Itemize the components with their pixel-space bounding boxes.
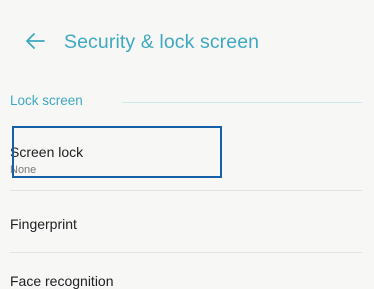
app-bar: Security & lock screen — [0, 0, 374, 86]
section-header-lock-screen: Lock screen — [10, 92, 364, 112]
divider — [10, 252, 362, 253]
divider — [10, 190, 362, 191]
back-button[interactable] — [24, 30, 46, 52]
setting-item-fingerprint[interactable]: Fingerprint — [0, 196, 374, 252]
section-divider — [122, 102, 362, 103]
section-label: Lock screen — [10, 93, 83, 108]
setting-item-screen-lock[interactable]: Screen lock None — [0, 126, 374, 184]
setting-item-face-recognition[interactable]: Face recognition — [0, 256, 374, 289]
page-title: Security & lock screen — [64, 31, 260, 53]
setting-item-subtitle: None — [10, 164, 37, 176]
setting-item-title: Screen lock — [10, 144, 84, 160]
setting-item-title: Face recognition — [10, 273, 114, 289]
arrow-left-icon — [26, 33, 45, 49]
setting-item-title: Fingerprint — [10, 216, 77, 232]
